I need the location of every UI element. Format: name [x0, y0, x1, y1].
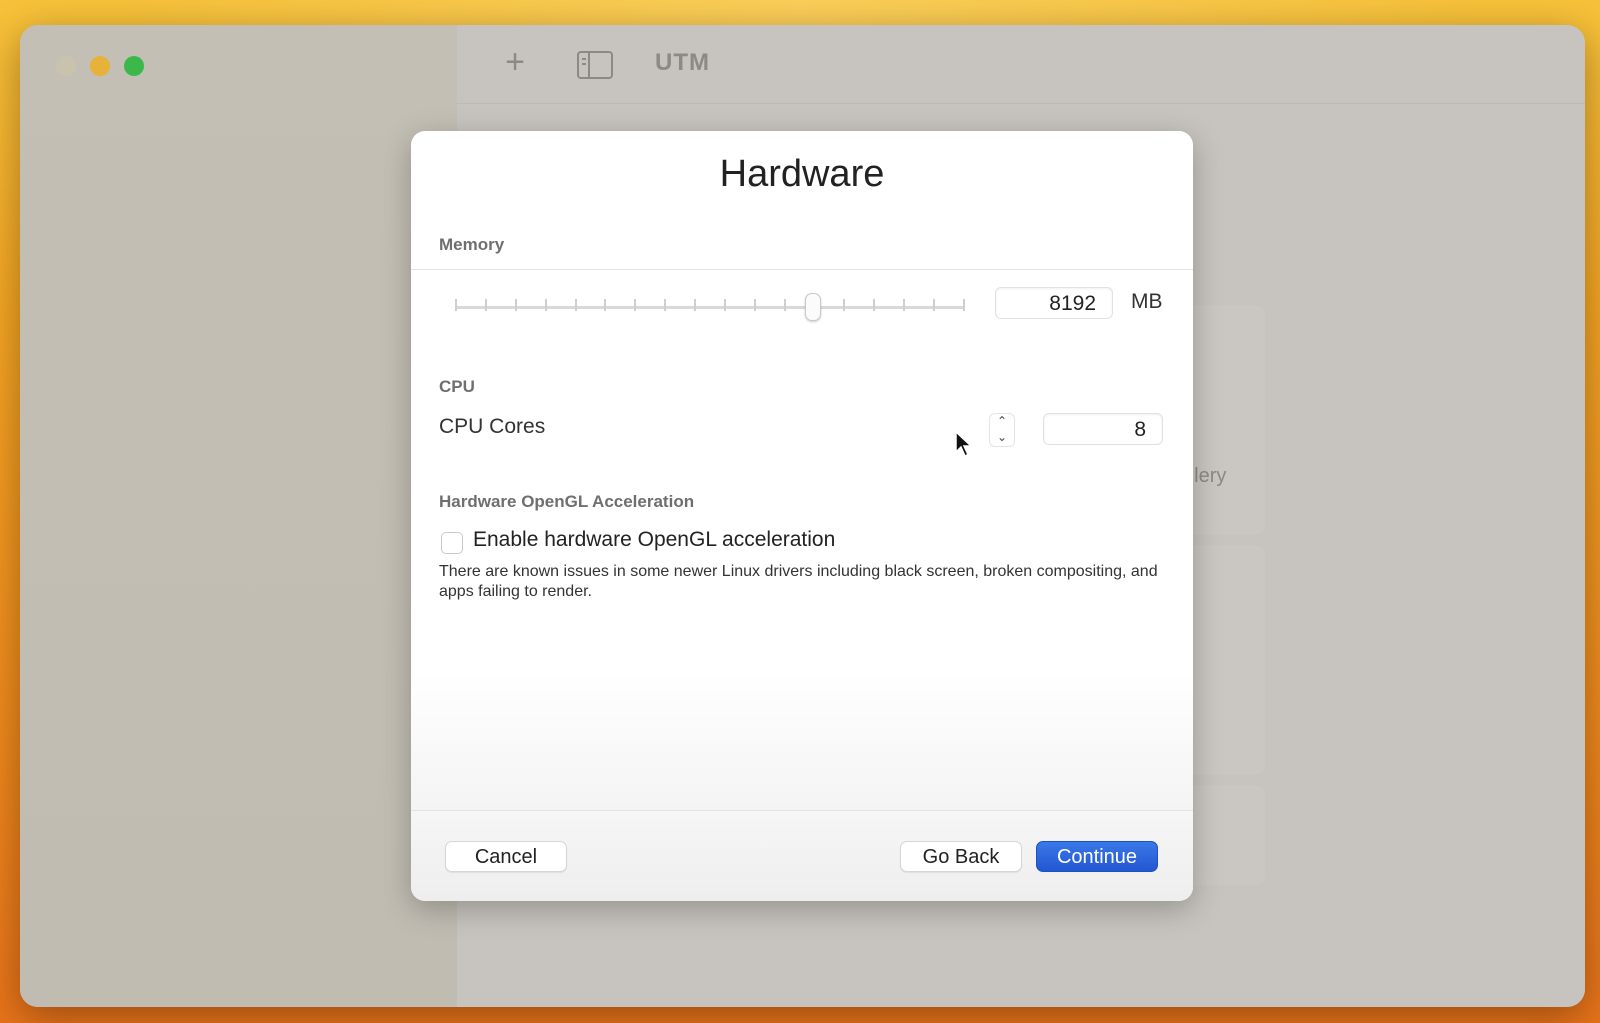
sidebar-toggle-icon[interactable]	[577, 51, 613, 79]
slider-tick	[544, 299, 547, 311]
chevron-up-icon[interactable]: ⌃	[990, 414, 1014, 430]
slider-tick	[723, 299, 726, 311]
cpu-section-label: CPU	[439, 377, 475, 396]
opengl-checkbox-label[interactable]: Enable hardware OpenGL acceleration	[473, 528, 835, 552]
slider-tick	[484, 299, 487, 311]
opengl-section-label: Hardware OpenGL Acceleration	[439, 492, 695, 511]
slider-tick	[843, 299, 846, 311]
dialog-body-fade	[411, 671, 1193, 811]
slider-tick	[634, 299, 637, 311]
slider-tick	[903, 299, 906, 311]
opengl-checkbox[interactable]	[441, 532, 463, 554]
cpu-cores-stepper[interactable]: ⌃ ⌄	[989, 413, 1015, 447]
slider-tick	[753, 299, 756, 311]
plus-icon[interactable]: +	[500, 45, 530, 79]
cpu-cores-label: CPU Cores	[439, 415, 546, 438]
toolbar: + UTM	[457, 25, 1585, 104]
memory-unit-label: MB	[1131, 290, 1163, 313]
slider-tick	[604, 299, 607, 311]
slider-tick	[963, 299, 965, 311]
slider-tick	[933, 299, 936, 311]
memory-slider-track[interactable]	[455, 306, 965, 309]
memory-slider-thumb[interactable]	[805, 293, 821, 321]
slider-tick	[873, 299, 876, 311]
minimize-window-button[interactable]	[90, 56, 110, 76]
slider-tick	[664, 299, 667, 311]
app-title: UTM	[655, 49, 710, 76]
memory-input[interactable]: 8192	[995, 287, 1113, 319]
hardware-dialog: Hardware Memory 8192 MB CPU CPU Cores ⌃ …	[411, 131, 1193, 901]
sidebar	[20, 25, 457, 1007]
slider-tick	[783, 299, 786, 311]
window-controls	[56, 56, 144, 76]
slider-tick	[694, 299, 697, 311]
memory-section-label: Memory	[439, 235, 505, 254]
dialog-footer: Cancel Go Back Continue	[411, 810, 1193, 901]
opengl-warning-note: There are known issues in some newer Lin…	[439, 563, 1158, 600]
maximize-window-button[interactable]	[124, 56, 144, 76]
go-back-button[interactable]: Go Back	[900, 841, 1022, 872]
slider-tick	[574, 299, 577, 311]
continue-button[interactable]: Continue	[1036, 841, 1158, 872]
chevron-down-icon[interactable]: ⌄	[990, 430, 1014, 446]
cancel-button[interactable]: Cancel	[445, 841, 567, 872]
memory-divider	[411, 269, 1193, 270]
cpu-cores-input[interactable]: 8	[1043, 413, 1163, 445]
dialog-title: Hardware	[719, 153, 885, 195]
slider-tick	[514, 299, 517, 311]
slider-tick	[455, 299, 457, 311]
close-window-button[interactable]	[56, 56, 76, 76]
